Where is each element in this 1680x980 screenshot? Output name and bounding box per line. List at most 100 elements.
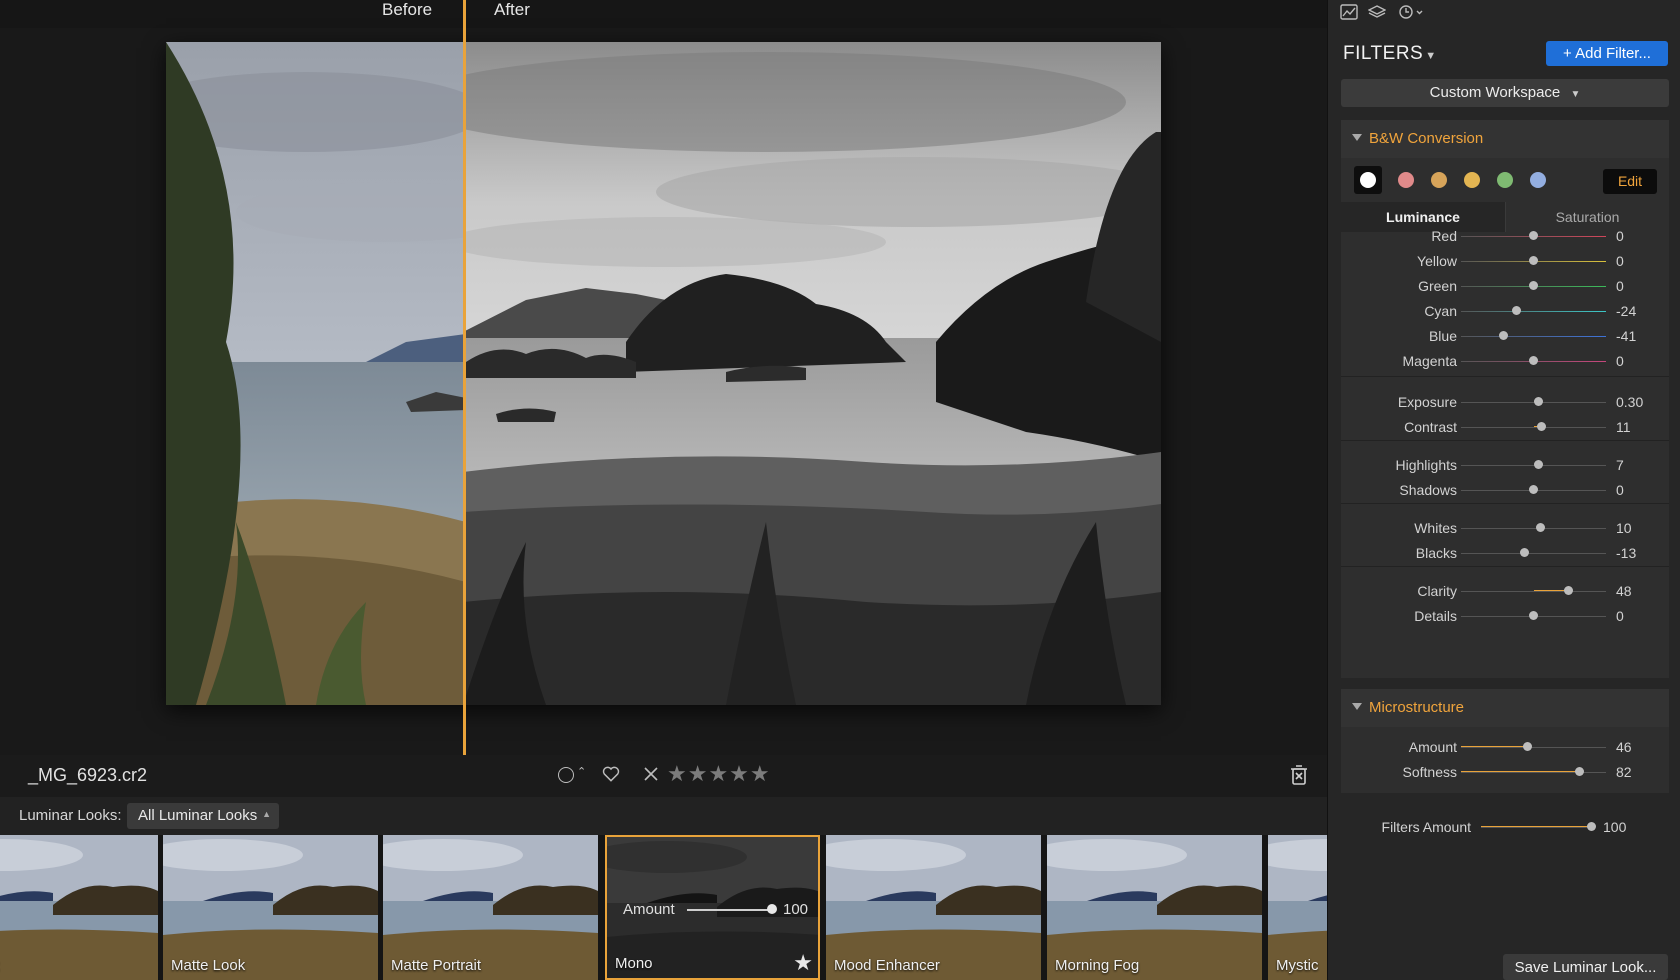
swatch-red[interactable] (1398, 172, 1414, 188)
slider-whites[interactable]: Whites 10 (1341, 518, 1669, 538)
slider-clarity[interactable]: Clarity 48 (1341, 581, 1669, 601)
slider-knob[interactable] (1534, 397, 1544, 406)
slider-value: 0 (1616, 228, 1624, 244)
slider-softness[interactable]: Softness 82 (1341, 762, 1669, 782)
image-canvas[interactable]: Before After (0, 0, 1327, 795)
slider-contrast[interactable]: Contrast 11 (1341, 417, 1669, 437)
color-label-icon[interactable] (558, 767, 574, 783)
workspace-select[interactable]: Custom Workspace ▼ (1341, 79, 1669, 107)
slider-amount[interactable]: Amount 46 (1341, 737, 1669, 757)
slider-filters-amount[interactable]: Filters Amount 100 (1341, 817, 1669, 837)
swatch-blue[interactable] (1530, 172, 1546, 188)
swatch-yellow[interactable] (1464, 172, 1480, 188)
slider-track[interactable] (1461, 336, 1606, 337)
edit-button[interactable]: Edit (1603, 169, 1657, 194)
look-amount-label: Amount (623, 901, 675, 918)
file-name: _MG_6923.cr2 (28, 765, 148, 785)
star-rating[interactable]: ★★★★★ (667, 761, 771, 787)
look-amount-knob[interactable] (767, 904, 777, 914)
panel-toolbar (1328, 0, 1680, 24)
slider-track[interactable] (1461, 427, 1606, 428)
swatch-orange[interactable] (1431, 172, 1447, 188)
collapse-triangle-icon[interactable] (1352, 703, 1362, 710)
slider-knob[interactable] (1529, 485, 1538, 494)
look-thumb-morning-fog[interactable]: Morning Fog (1047, 835, 1262, 980)
slider-knob[interactable] (1529, 356, 1538, 365)
slider-knob[interactable] (1575, 767, 1585, 776)
add-filter-button[interactable]: + Add Filter... (1546, 41, 1668, 66)
slider-details[interactable]: Details 0 (1341, 606, 1669, 626)
history-icon[interactable] (1398, 4, 1424, 20)
layers-icon[interactable] (1368, 4, 1386, 20)
slider-track[interactable] (1481, 827, 1591, 828)
slider-value: 0 (1616, 482, 1624, 498)
slider-label: Yellow (1417, 253, 1457, 269)
slider-blacks[interactable]: Blacks -13 (1341, 543, 1669, 563)
swatch-green[interactable] (1497, 172, 1513, 188)
slider-label: Whites (1414, 520, 1457, 536)
slider-knob[interactable] (1519, 548, 1529, 557)
slider-blue[interactable]: Blue -41 (1341, 326, 1669, 346)
slider-track[interactable] (1461, 747, 1606, 748)
slider-knob[interactable] (1563, 586, 1573, 595)
slider-knob[interactable] (1536, 422, 1546, 431)
slider-knob[interactable] (1536, 523, 1546, 532)
slider-exposure[interactable]: Exposure 0.30 (1341, 392, 1669, 412)
slider-knob[interactable] (1529, 256, 1538, 265)
looks-filmstrip[interactable]: Portrait Matte Look Matte Portrait Mono Amou… (0, 835, 1327, 980)
slider-knob[interactable] (1511, 306, 1521, 315)
slider-knob[interactable] (1529, 281, 1538, 290)
look-thumb-matte-portrait[interactable]: Matte Portrait (383, 835, 598, 980)
slider-value: -13 (1616, 545, 1637, 561)
slider-knob[interactable] (1523, 742, 1533, 751)
before-after-split-handle[interactable] (463, 0, 466, 755)
slider-value: 7 (1616, 457, 1624, 473)
slider-value: 48 (1616, 583, 1632, 599)
slider-knob[interactable] (1529, 611, 1538, 620)
look-label: Mood Enhancer (834, 957, 940, 974)
look-thumb-mood-enhancer[interactable]: Mood Enhancer (826, 835, 1041, 980)
slider-shadows[interactable]: Shadows 0 (1341, 480, 1669, 500)
slider-track[interactable] (1461, 311, 1606, 312)
slider-knob[interactable] (1529, 231, 1538, 240)
slider-knob[interactable] (1534, 460, 1544, 469)
chevron-up-icon[interactable]: ⌃ (577, 765, 586, 778)
swatch-white[interactable] (1354, 166, 1382, 194)
slider-label: Contrast (1404, 419, 1457, 435)
save-luminar-look-button[interactable]: Save Luminar Look... (1503, 954, 1668, 980)
slider-highlights[interactable]: Highlights 7 (1341, 455, 1669, 475)
slider-yellow[interactable]: Yellow 0 (1341, 251, 1669, 271)
slider-magenta[interactable]: Magenta 0 (1341, 351, 1669, 371)
bw-conversion-header[interactable]: B&W Conversion (1341, 120, 1669, 158)
microstructure-header[interactable]: Microstructure (1341, 689, 1669, 727)
color-channel-swatches: Edit (1341, 160, 1669, 202)
histogram-icon[interactable] (1340, 4, 1358, 20)
reject-icon[interactable] (643, 766, 659, 782)
collapse-triangle-icon[interactable] (1352, 134, 1362, 141)
microstructure-title: Microstructure (1369, 699, 1465, 716)
look-thumb-mono[interactable]: Mono Amount 100 ★ (605, 835, 820, 980)
looks-bar: Luminar Looks: All Luminar Looks ▲ (0, 797, 1327, 835)
slider-knob[interactable] (1499, 331, 1509, 340)
look-amount-track[interactable] (687, 909, 772, 911)
filters-menu[interactable]: FILTERS ▼ (1343, 43, 1437, 65)
looks-collection-select[interactable]: All Luminar Looks ▲ (127, 803, 279, 829)
chevron-down-icon: ▼ (1570, 89, 1581, 100)
microstructure-filter: Microstructure Amount 46 Softness 82 (1341, 689, 1669, 793)
favorite-star-icon[interactable]: ★ (793, 950, 813, 976)
look-thumb-matte-look[interactable]: Matte Look (163, 835, 378, 980)
slider-cyan[interactable]: Cyan -24 (1341, 301, 1669, 321)
slider-track[interactable] (1461, 553, 1606, 554)
slider-track[interactable] (1461, 591, 1606, 592)
look-thumb-mystic[interactable]: Mystic (1268, 835, 1327, 980)
heart-icon[interactable] (601, 764, 621, 784)
look-thumb-portrait[interactable]: Portrait (0, 835, 158, 980)
looks-label: Luminar Looks: (19, 807, 122, 824)
slider-track[interactable] (1461, 772, 1606, 773)
slider-green[interactable]: Green 0 (1341, 276, 1669, 296)
slider-track[interactable] (1461, 528, 1606, 529)
photo-preview[interactable] (166, 42, 1161, 705)
slider-red[interactable]: Red 0 (1341, 226, 1669, 246)
slider-knob[interactable] (1586, 822, 1596, 831)
trash-icon[interactable] (1289, 764, 1309, 786)
